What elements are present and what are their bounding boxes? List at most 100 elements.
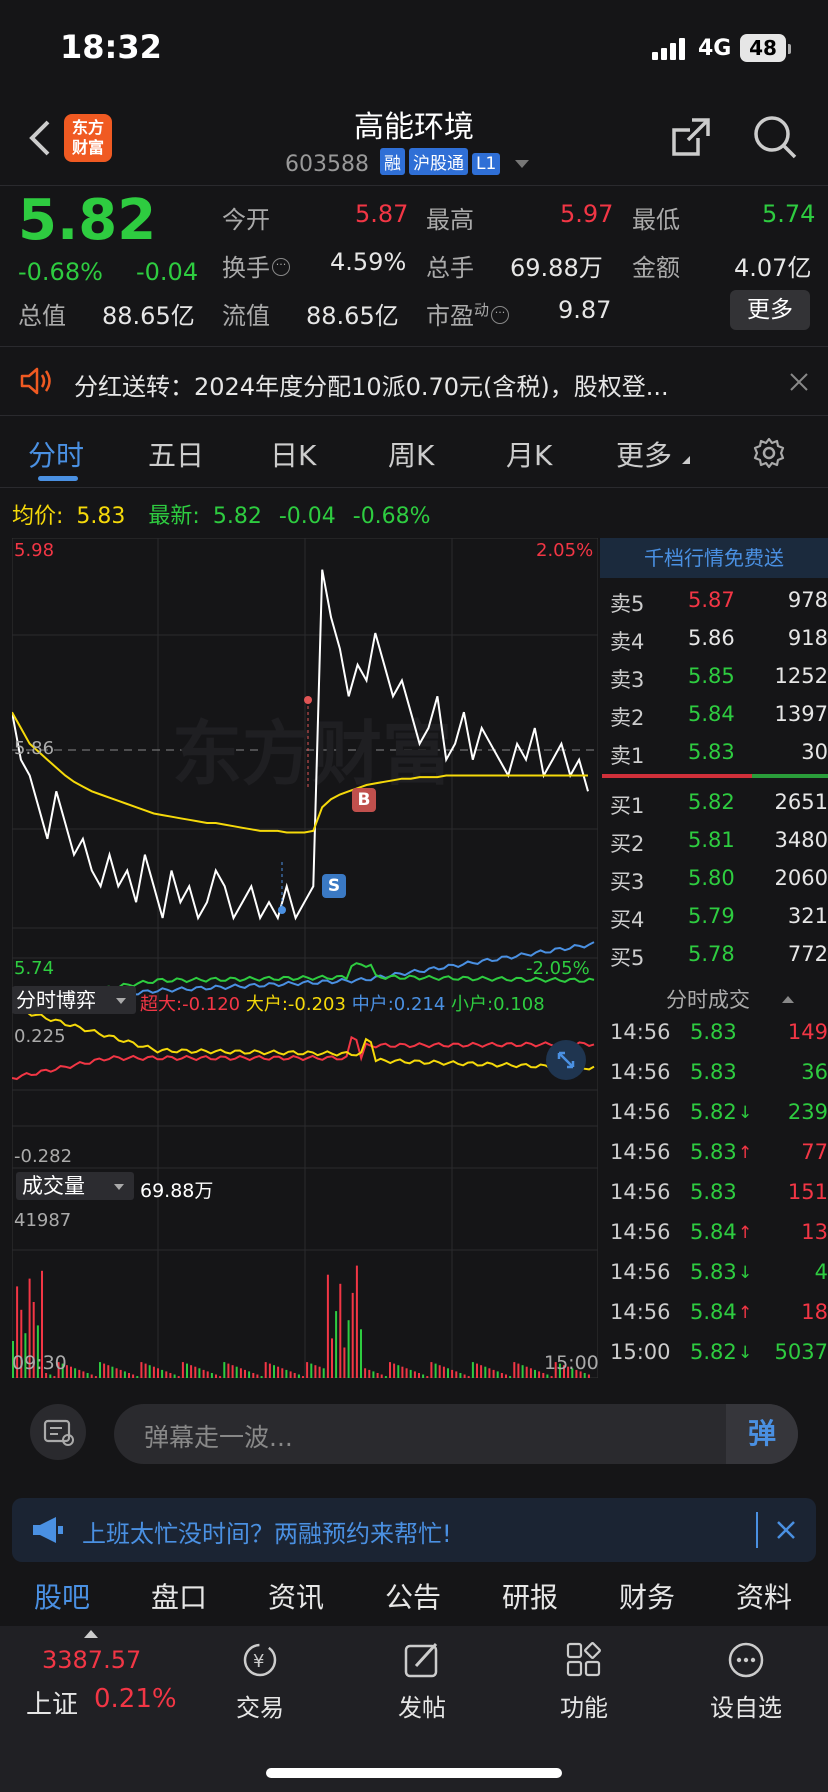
trades-caret-icon[interactable] (782, 996, 794, 1003)
volume-bar (215, 1374, 217, 1378)
trade-volume: 4 (814, 1260, 828, 1284)
turnover-value: 4.59% (330, 248, 407, 276)
function-nav[interactable]: 功能 (534, 1640, 634, 1730)
bid-row[interactable]: 买4 5.79 321 (610, 898, 828, 936)
tab-five-day[interactable]: 五日 (148, 434, 204, 474)
volume-bar (380, 1374, 383, 1378)
trade-volume: 149 (787, 1020, 828, 1044)
settings-gear-icon[interactable] (752, 436, 786, 470)
close-icon[interactable] (788, 371, 810, 393)
volume-bar (136, 1376, 139, 1378)
trade-arrow: ↓ (738, 1103, 753, 1123)
volume-bar (318, 1366, 321, 1378)
tab-monthly-k[interactable]: 月K (506, 434, 552, 474)
info-dots-icon[interactable]: ··· (272, 258, 290, 276)
bid-row[interactable]: 买5 5.78 772 (610, 936, 828, 974)
volume-bar (86, 1373, 89, 1378)
mktcap-value: 88.65亿 (102, 302, 195, 330)
price-info-line: 均价: 5.83 最新: 5.82 -0.04 -0.68% (12, 498, 431, 530)
orderbook-banner[interactable]: 千档行情免费送 (600, 538, 828, 578)
search-icon[interactable] (752, 114, 798, 160)
tab-more[interactable]: 更多 (616, 434, 672, 474)
watchlist-nav[interactable]: 设自选 (696, 1640, 796, 1730)
volume-bar (364, 1368, 367, 1378)
volume-bar (331, 1338, 333, 1378)
danmu-input[interactable]: 弹幕走一波... 弹 (114, 1404, 798, 1464)
trade-row: 14:56 5.83 ↓ 4 (610, 1254, 828, 1294)
dividend-notice[interactable]: 分红送转：2024年度分配10派0.70元(含税)，股权登... (0, 346, 828, 416)
current-price: 5.82 (18, 188, 157, 253)
index-caret-icon[interactable] (84, 1630, 98, 1638)
ask-row[interactable]: 卖4 5.86 918 (610, 620, 828, 658)
index-pct[interactable]: 0.21% (94, 1684, 177, 1714)
trade-volume: 5037 (774, 1340, 828, 1364)
post-nav-label: 发帖 (398, 1694, 446, 1722)
volume-selector[interactable]: 成交量 (16, 1172, 134, 1200)
game-selector[interactable]: 分时博弈 (12, 986, 136, 1014)
buy-marker[interactable]: B (352, 788, 376, 812)
ask-row[interactable]: 卖2 5.84 1397 (610, 696, 828, 734)
more-button[interactable]: 更多 (730, 290, 810, 330)
volume-bar (442, 1366, 445, 1378)
content-tab[interactable]: 资讯 (268, 1576, 324, 1616)
ask-row[interactable]: 卖3 5.85 1252 (610, 658, 828, 696)
turnover-label-text: 换手 (222, 254, 270, 282)
expand-icon[interactable] (546, 1040, 586, 1080)
danmu-list-icon[interactable] (30, 1404, 86, 1460)
index-name[interactable]: 上证 (26, 1684, 78, 1721)
promo-close-icon[interactable] (774, 1518, 798, 1542)
volume-bar (529, 1368, 532, 1378)
post-nav[interactable]: 发帖 (372, 1640, 472, 1730)
volume-bar (534, 1369, 536, 1378)
content-tab[interactable]: 财务 (619, 1576, 675, 1616)
volume-value: 69.88万 (510, 254, 603, 282)
volume-bar (418, 1373, 420, 1378)
trade-price: 5.82 (690, 1100, 737, 1124)
y-ref-label: 5.86 (14, 738, 55, 759)
ask-volume: 1397 (774, 702, 828, 726)
bid-list: 买1 5.82 2651 买2 5.81 3480 买3 5.80 2060 买4 5… (610, 784, 828, 974)
trade-price: 5.83 (690, 1140, 737, 1164)
trade-price: 5.83 (690, 1260, 737, 1284)
volume-bar (488, 1368, 491, 1378)
volume-bar (144, 1363, 147, 1378)
bid-row[interactable]: 买3 5.80 2060 (610, 860, 828, 898)
content-tab[interactable]: 盘口 (151, 1576, 207, 1616)
ask-row[interactable]: 卖5 5.87 978 (610, 582, 828, 620)
trade-price: 5.83 (690, 1060, 737, 1084)
tab-intraday[interactable]: 分时 (28, 434, 84, 474)
tab-weekly-k[interactable]: 周K (388, 434, 434, 474)
share-icon[interactable] (668, 114, 714, 160)
promo-banner[interactable]: 上班太忙没时间？两融预约来帮忙! (12, 1498, 816, 1562)
intraday-chart[interactable]: 东方财富 (12, 538, 598, 1378)
battery-tip (788, 44, 791, 54)
chart-area: 均价: 5.83 最新: 5.82 -0.04 -0.68% 东方财富 5.98… (0, 488, 828, 1384)
volume-bar (509, 1376, 512, 1378)
status-time: 18:32 (60, 28, 162, 66)
bid-price: 5.81 (688, 828, 735, 852)
sell-marker[interactable]: S (322, 874, 346, 898)
pe-info-icon[interactable]: ··· (491, 306, 510, 324)
volume-bar (372, 1371, 375, 1378)
volume-bar (293, 1373, 296, 1378)
ask-row[interactable]: 卖1 5.83 30 (610, 734, 828, 772)
bid-row[interactable]: 买2 5.81 3480 (610, 822, 828, 860)
volume-bar (119, 1369, 122, 1378)
pe-label[interactable]: 市盈动 ··· (426, 296, 510, 331)
volume-bar (157, 1368, 159, 1378)
index-value[interactable]: 3387.57 (42, 1646, 141, 1674)
trade-price: 5.82 (690, 1340, 737, 1364)
amount-label: 金额 (632, 254, 680, 282)
content-tab[interactable]: 研报 (502, 1576, 558, 1616)
trade-nav[interactable]: ¥ 交易 (210, 1640, 310, 1730)
content-tab[interactable]: 资料 (736, 1576, 792, 1616)
bid-row[interactable]: 买1 5.82 2651 (610, 784, 828, 822)
turnover-label[interactable]: 换手 ··· (222, 248, 290, 283)
tab-daily-k[interactable]: 日K (270, 434, 316, 474)
danmu-send-button[interactable]: 弹 (726, 1404, 798, 1464)
content-tab[interactable]: 股吧 (34, 1576, 90, 1616)
dropdown-caret-icon[interactable] (515, 160, 530, 168)
low-value: 5.74 (762, 200, 816, 228)
content-tab[interactable]: 公告 (385, 1576, 441, 1616)
trade-arrow: ↑ (738, 1303, 753, 1323)
